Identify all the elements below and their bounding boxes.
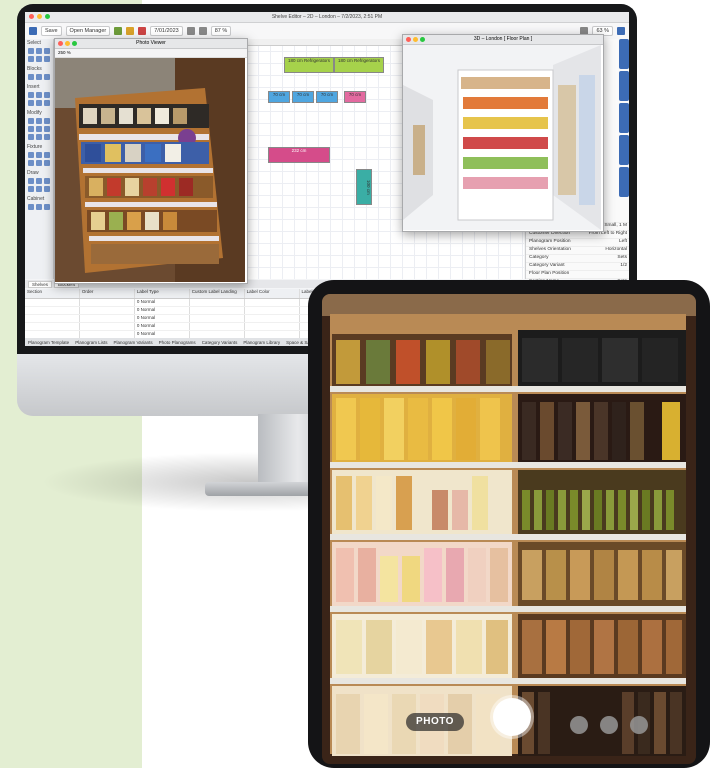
fixture-block[interactable]: 232 cm <box>268 147 330 163</box>
status-tab[interactable]: Planogram Variants <box>113 340 152 345</box>
close-window-button[interactable] <box>406 37 411 42</box>
status-tab[interactable]: Planogram Lists <box>75 340 107 345</box>
zoom-in-icon[interactable] <box>186 27 195 35</box>
open-manager-button[interactable]: Open Manager <box>65 26 111 36</box>
maximize-window-button[interactable] <box>420 37 425 42</box>
fixture-block[interactable]: 100 cm <box>356 169 372 205</box>
photo-mode-label[interactable]: PHOTO <box>406 713 464 731</box>
fixture-block[interactable]: 70 cm <box>268 91 290 103</box>
palette-section: Insert <box>25 83 53 109</box>
zoom-field[interactable]: 87 % <box>210 26 232 36</box>
tool-palette: Select Blocks Insert Modify Fixture Draw… <box>25 39 54 279</box>
3d-view-titlebar: 3D – London [ Floor Plan ] <box>403 35 603 45</box>
fixture-block[interactable]: 180 cm Refrigerators <box>284 57 334 73</box>
fixture-block[interactable]: 70 cm <box>344 91 366 103</box>
side-tab[interactable] <box>619 135 629 165</box>
property-row[interactable]: Floor Plan Position <box>526 271 629 279</box>
photo-viewer-title: Photo Viewer <box>136 40 166 46</box>
close-window-button[interactable] <box>58 41 63 46</box>
app-titlebar: Shelve Editor – 2D – London – 7/2/2023, … <box>25 12 629 23</box>
side-tab[interactable] <box>619 167 629 197</box>
property-row[interactable]: Category Variant 1/2 <box>526 263 629 271</box>
close-window-button[interactable] <box>29 14 34 19</box>
side-tab[interactable] <box>619 39 629 69</box>
side-tab[interactable] <box>619 71 629 101</box>
tablet-device: PHOTO <box>308 280 710 768</box>
grid-icon[interactable] <box>114 27 123 35</box>
palette-section: Fixture <box>25 143 53 169</box>
palette-section: Modify <box>25 109 53 143</box>
property-row[interactable]: Shelves Orientation Horizontal <box>526 247 629 255</box>
save-icon[interactable] <box>29 27 37 35</box>
minimize-window-button[interactable] <box>413 37 418 42</box>
date-field[interactable]: 7/01/2023 <box>150 26 183 36</box>
photo-zoom-field[interactable]: 250 % <box>58 50 71 55</box>
camera-preview <box>322 294 696 764</box>
status-tab[interactable]: Planogram Template <box>28 340 69 345</box>
property-row[interactable]: Planogram Position Left <box>526 239 629 247</box>
maximize-window-button[interactable] <box>72 41 77 46</box>
zoom-out-icon[interactable] <box>198 27 207 35</box>
status-tab[interactable]: Photo Planograms <box>159 340 196 345</box>
store-shelf-photo <box>55 58 245 282</box>
photo-viewer-titlebar: Photo Viewer <box>55 39 247 49</box>
3d-shelf-render <box>403 45 601 230</box>
fixture-block[interactable]: 180 cm Refrigerators <box>334 57 384 73</box>
tablet-screen: PHOTO <box>322 294 696 764</box>
camera-option-button[interactable] <box>600 716 618 734</box>
palette-section: Select <box>25 39 53 65</box>
minimize-window-button[interactable] <box>37 14 42 19</box>
fixture-block[interactable]: 70 cm <box>316 91 338 103</box>
app-window-title: Shelve Editor – 2D – London – 7/2/2023, … <box>271 14 383 20</box>
folder-icon[interactable] <box>126 27 135 35</box>
side-tabs <box>619 39 629 239</box>
3d-view-title: 3D – London [ Floor Plan ] <box>473 36 533 42</box>
status-tab[interactable]: Category Variants <box>202 340 238 345</box>
minimize-window-button[interactable] <box>65 41 70 46</box>
camera-option-button[interactable] <box>630 716 648 734</box>
side-tab[interactable] <box>619 103 629 133</box>
tab-shelves[interactable]: Shelves <box>28 280 53 288</box>
save-button[interactable]: Save <box>41 26 62 36</box>
palette-section: Draw <box>25 169 53 195</box>
photo-viewer-toolbar: 250 % <box>55 49 247 58</box>
shutter-button[interactable] <box>493 698 531 736</box>
palette-section: Blocks <box>25 65 53 83</box>
fixture-block[interactable]: 70 cm <box>292 91 314 103</box>
palette-section: Cabinet <box>25 195 53 213</box>
property-row[interactable]: Category Sets <box>526 255 629 263</box>
photo-viewer-window[interactable]: Photo Viewer 250 % <box>54 38 248 284</box>
maximize-window-button[interactable] <box>45 14 50 19</box>
delete-icon[interactable] <box>138 27 147 35</box>
3d-view-window[interactable]: 3D – London [ Floor Plan ] <box>402 34 604 232</box>
camera-option-button[interactable] <box>570 716 588 734</box>
status-tab[interactable]: Planogram Library <box>243 340 280 345</box>
settings-icon[interactable] <box>617 27 625 35</box>
